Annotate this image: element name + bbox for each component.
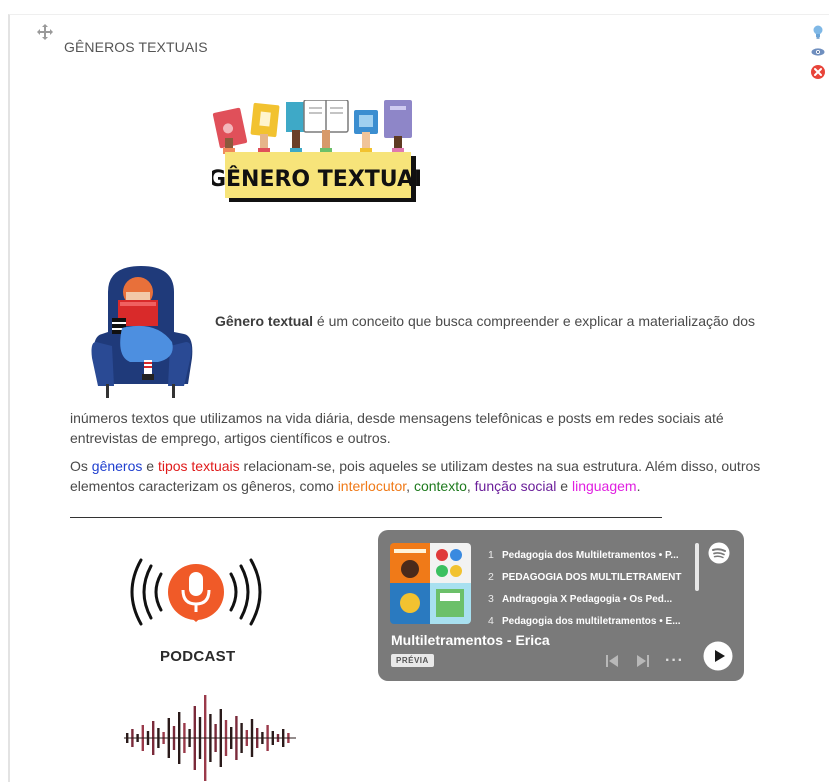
waveform-baseline bbox=[124, 737, 296, 739]
divider bbox=[70, 517, 662, 518]
tipos-textuais-term: tipos textuais bbox=[157, 458, 240, 474]
activity-actions bbox=[810, 24, 826, 84]
spotify-logo-icon[interactable] bbox=[708, 542, 730, 564]
paragraph-1: inúmeros textos que utilizamos na vida d… bbox=[70, 410, 724, 446]
genero-textual-term: Gênero textual bbox=[215, 313, 314, 329]
episode-list-scrollbar[interactable] bbox=[695, 543, 699, 591]
podcast-cover-image bbox=[390, 543, 471, 624]
generos-term: gêneros bbox=[91, 458, 143, 474]
funcao-social-term: função social bbox=[474, 478, 557, 494]
play-icon[interactable] bbox=[703, 641, 733, 671]
episode-item[interactable]: 4 Pedagogia dos multiletramentos • E... bbox=[488, 610, 696, 626]
episode-item[interactable]: 3 Andragogia X Pedagogia • Os Ped... bbox=[488, 588, 696, 610]
skip-next-icon[interactable] bbox=[636, 654, 650, 668]
paragraph-2: Os gêneros e tipos textuais relacionam-s… bbox=[70, 458, 761, 494]
banner-text: GÊNERO TEXTUAL bbox=[212, 166, 420, 192]
more-options-icon[interactable]: ··· bbox=[665, 652, 684, 670]
episode-list[interactable]: 1 Pedagogia dos Multiletramentos • P... … bbox=[488, 544, 696, 626]
intro-text: Gênero textual é um conceito que busca c… bbox=[215, 313, 756, 329]
close-circle-icon[interactable] bbox=[810, 64, 826, 80]
textos-term: textos bbox=[131, 410, 169, 426]
audio-waveform-icon bbox=[124, 695, 296, 781]
episode-item[interactable]: 1 Pedagogia dos Multiletramentos • P... bbox=[488, 544, 696, 566]
contexto-term: contexto bbox=[413, 478, 467, 494]
preview-badge: PRÉVIA bbox=[391, 654, 434, 667]
spotify-embed[interactable]: 1 Pedagogia dos Multiletramentos • P... … bbox=[378, 530, 744, 681]
linguagem-term: linguagem bbox=[571, 478, 637, 494]
move-arrows-icon[interactable] bbox=[37, 24, 53, 40]
podcast-microphone-icon bbox=[130, 558, 262, 626]
podcast-label: PODCAST bbox=[160, 648, 236, 665]
section-title: GÊNEROS TEXTUAIS bbox=[64, 39, 208, 55]
episode-item[interactable]: 2 PEDAGOGIA DOS MULTILETRAMENT bbox=[488, 566, 696, 588]
reading-person-illustration bbox=[91, 266, 193, 398]
lightbulb-icon[interactable] bbox=[810, 24, 826, 40]
genero-textual-banner: GÊNERO TEXTUAL bbox=[212, 100, 420, 202]
show-title[interactable]: Multiletramentos - Erica bbox=[391, 632, 550, 648]
skip-previous-icon[interactable] bbox=[605, 654, 619, 668]
interlocutor-term: interlocutor bbox=[337, 478, 407, 494]
eye-icon[interactable] bbox=[810, 44, 826, 60]
